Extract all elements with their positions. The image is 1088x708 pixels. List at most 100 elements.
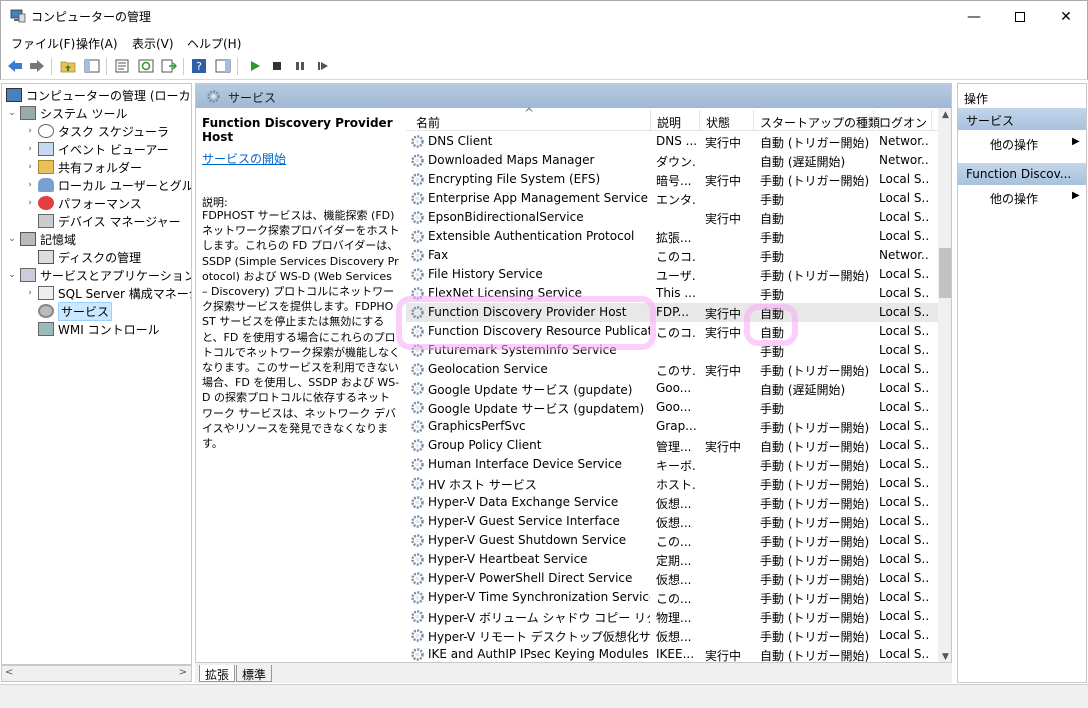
service-row[interactable]: Hyper-V Time Synchronization Service この..… [406, 588, 941, 607]
tree-item-sql-config-manager[interactable]: › SQL Server 構成マネージャ [24, 284, 191, 302]
scroll-thumb[interactable] [939, 248, 951, 298]
menu-help[interactable]: ヘルプ(H) [187, 35, 241, 52]
tree-item-services-and-applications[interactable]: ⌄ サービスとアプリケーション [6, 266, 191, 284]
services-vertical-scrollbar[interactable]: ▲ ▼ [938, 108, 951, 662]
tree-item-services[interactable]: サービス [36, 301, 113, 321]
close-button[interactable]: ✕ [1043, 1, 1088, 32]
chevron-right-icon[interactable]: › [24, 198, 36, 208]
back-button[interactable] [6, 57, 24, 75]
menu-file[interactable]: ファイル(F) [11, 35, 75, 52]
tree-item-performance[interactable]: › パフォーマンス [24, 194, 142, 212]
export-list-button[interactable] [160, 57, 178, 75]
scroll-up-icon[interactable]: ▲ [942, 110, 949, 120]
help-button[interactable]: ? [190, 57, 208, 75]
service-description: 仮想... [656, 516, 692, 530]
show-hide-tree-button[interactable] [83, 57, 101, 75]
tree-item-storage[interactable]: ⌄ 記憶域 [6, 230, 76, 248]
service-name: Google Update サービス (gupdate) [428, 383, 633, 397]
chevron-right-icon[interactable]: › [24, 162, 36, 172]
start-service-button[interactable] [246, 57, 264, 75]
column-logon[interactable]: ログオン [879, 114, 927, 131]
start-service-link[interactable]: サービスの開始 [202, 150, 286, 167]
tab-extended[interactable]: 拡張 [199, 665, 236, 682]
chevron-down-icon[interactable]: ⌄ [6, 270, 18, 280]
service-row[interactable]: Hyper-V Data Exchange Service 仮想... 手動 (トリ… [406, 493, 941, 512]
service-row[interactable]: Hyper-V ボリューム シャドウ コピー リクエスター物理... 手動 (トリ… [406, 607, 941, 626]
column-startup-type[interactable]: スタートアップの種類 [760, 114, 880, 131]
minimize-button[interactable]: — [951, 1, 997, 32]
service-row[interactable]: Geolocation Service このサ... 実行中 手動 (トリガー開始) L… [406, 360, 941, 379]
service-gear-icon [411, 249, 424, 262]
service-row[interactable]: Hyper-V Guest Shutdown Service この... 手動 (ト… [406, 531, 941, 550]
service-row[interactable]: Group Policy Client 管理... 実行中 自動 (トリガー開始) Lo… [406, 436, 941, 455]
stop-service-button[interactable] [268, 57, 286, 75]
scroll-left-icon[interactable]: < [5, 667, 13, 678]
tree-item-wmi-control[interactable]: WMI コントロール [36, 320, 160, 338]
tree-horizontal-scrollbar[interactable]: < > [1, 665, 192, 682]
more-actions-selected-service[interactable]: 他の操作 [990, 190, 1038, 207]
chevron-right-icon[interactable]: › [24, 126, 36, 136]
actions-section-services[interactable]: サービス [958, 108, 1086, 130]
chevron-right-icon[interactable]: › [24, 180, 36, 190]
tree-item-device-manager[interactable]: デバイス マネージャー [36, 212, 181, 230]
scroll-right-icon[interactable]: > [179, 667, 187, 678]
refresh-button[interactable] [137, 57, 155, 75]
maximize-button[interactable] [997, 1, 1043, 32]
service-row[interactable]: Extensible Authentication Protocol 拡張... 手… [406, 227, 941, 246]
service-row[interactable]: Downloaded Maps Manager ダウン... 自動 (遅延開始) Ne… [406, 151, 941, 170]
tree-item-event-viewer[interactable]: › イベント ビューアー [24, 140, 169, 158]
service-row[interactable]: Human Interface Device Service キーボ... 手動 (… [406, 455, 941, 474]
service-gear-icon [411, 135, 424, 148]
tree-item-system-tools[interactable]: ⌄ システム ツール [6, 104, 127, 122]
menu-action[interactable]: 操作(A) [76, 35, 118, 52]
resume-icon [318, 62, 328, 70]
service-row[interactable]: Google Update サービス (gupdate) Goo... 自動 (遅延… [406, 379, 941, 398]
chevron-down-icon[interactable]: ⌄ [6, 234, 18, 244]
column-name[interactable]: 名前 [416, 114, 440, 131]
service-row[interactable]: Function Discovery Resource Publication こ… [406, 322, 941, 341]
service-row[interactable]: Hyper-V PowerShell Direct Service 仮想... 手動… [406, 569, 941, 588]
service-row[interactable]: Hyper-V リモート デスクトップ仮想化サービス仮想... 手動 (トリガー開… [406, 626, 941, 645]
service-logon: Local S... [879, 438, 929, 452]
service-row[interactable]: Google Update サービス (gupdatem) Goo... 手動 Loc… [406, 398, 941, 417]
service-row[interactable]: Enterprise App Management Service エンタ... 手… [406, 189, 941, 208]
service-row[interactable]: GraphicsPerfSvc Grap... 手動 (トリガー開始) Local S… [406, 417, 941, 436]
pause-service-button[interactable] [291, 57, 309, 75]
stop-icon [273, 62, 281, 70]
chevron-right-icon[interactable]: › [24, 144, 36, 154]
service-row[interactable]: FlexNet Licensing Service This ... 手動 Local… [406, 284, 941, 303]
actions-section-selected-service[interactable]: Function Discov... [958, 163, 1086, 185]
properties-button[interactable] [113, 57, 131, 75]
service-row[interactable]: DNS Client DNS ... 実行中 自動 (トリガー開始) Networ... [406, 132, 941, 151]
up-folder-button[interactable] [59, 57, 77, 75]
show-action-pane-button[interactable] [214, 57, 232, 75]
service-row[interactable]: Hyper-V Heartbeat Service 定期... 手動 (トリガー開始… [406, 550, 941, 569]
service-row[interactable]: HV ホスト サービス ホスト... 手動 (トリガー開始) Local S... [406, 474, 941, 493]
service-name: Extensible Authentication Protocol [428, 229, 635, 243]
resume-service-button[interactable] [314, 57, 332, 75]
column-description[interactable]: 説明 [657, 114, 681, 131]
tree-item-disk-management[interactable]: ディスクの管理 [36, 248, 141, 266]
tree-item-computer-management[interactable]: コンピューターの管理 (ローカル) [4, 86, 191, 104]
service-row[interactable]: Function Discovery Provider Host FDP... 実行… [406, 303, 941, 322]
service-row[interactable]: IKE and AuthIP IPsec Keying Modules IKEE.… [406, 645, 941, 662]
service-name: Geolocation Service [428, 362, 548, 376]
service-row[interactable]: Hyper-V Guest Service Interface 仮想... 手動 (… [406, 512, 941, 531]
tree-item-shared-folders[interactable]: › 共有フォルダー [24, 158, 142, 176]
column-status[interactable]: 状態 [706, 114, 730, 131]
service-row[interactable]: Fax このコ... 手動 Networ... [406, 246, 941, 265]
scroll-down-icon[interactable]: ▼ [942, 652, 949, 662]
menu-view[interactable]: 表示(V) [132, 35, 174, 52]
service-row[interactable]: File History Service ユーザ... 手動 (トリガー開始) Loc… [406, 265, 941, 284]
service-row[interactable]: Encrypting File System (EFS) 暗号... 実行中 手動 (… [406, 170, 941, 189]
service-logon: Networ... [879, 248, 929, 262]
service-row[interactable]: Futuremark SystemInfo Service 手動 Local S..… [406, 341, 941, 360]
more-actions-services[interactable]: 他の操作 [990, 136, 1038, 153]
chevron-down-icon[interactable]: ⌄ [6, 108, 18, 118]
chevron-right-icon[interactable]: › [24, 288, 36, 298]
tab-standard[interactable]: 標準 [236, 665, 273, 682]
tree-item-local-users-groups[interactable]: › ローカル ユーザーとグループ [24, 176, 191, 194]
forward-button[interactable] [28, 57, 46, 75]
service-row[interactable]: EpsonBidirectionalService 実行中 自動 Local S... [406, 208, 941, 227]
tree-item-task-scheduler[interactable]: › タスク スケジューラ [24, 122, 169, 140]
